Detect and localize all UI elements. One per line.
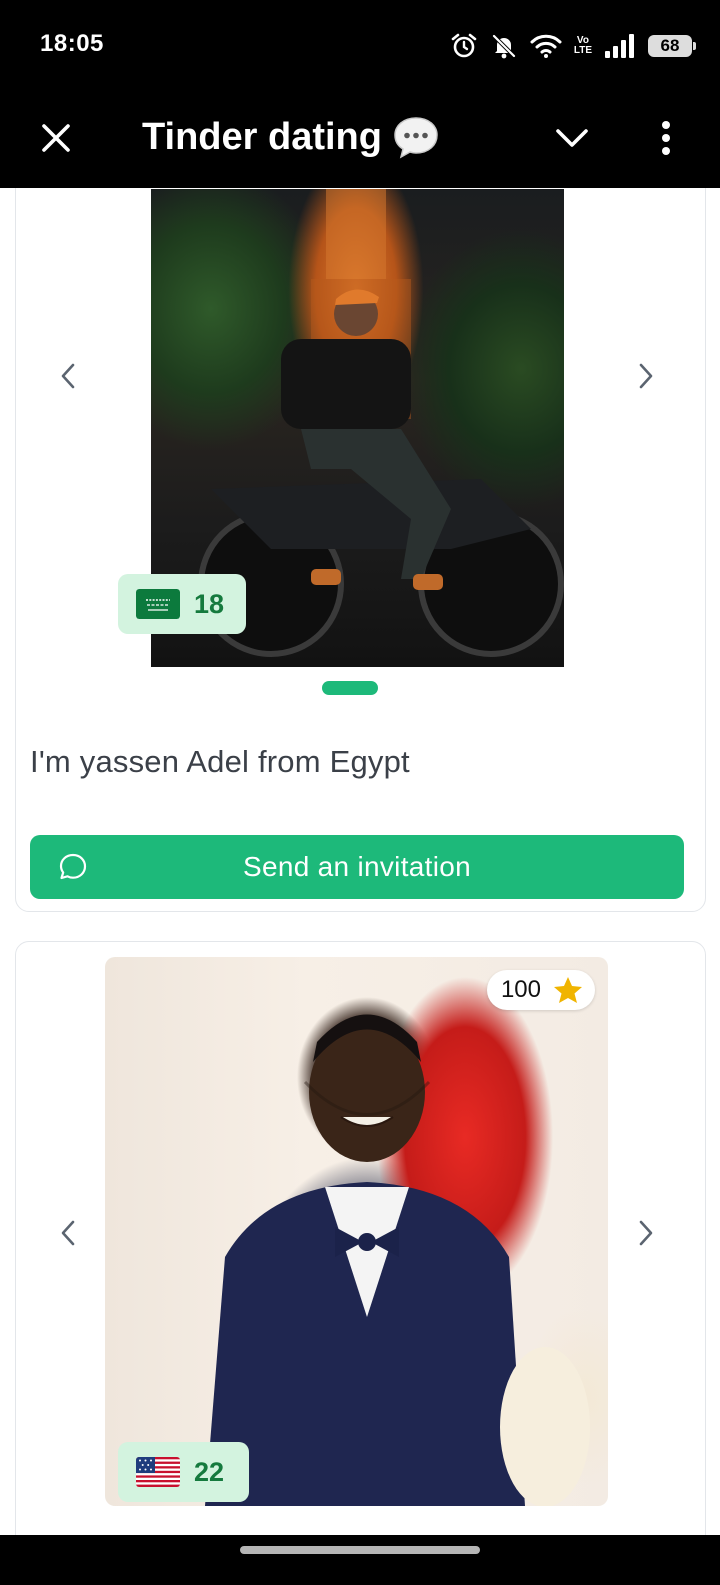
alarm-icon (451, 33, 477, 58)
more-vertical-icon (662, 121, 670, 155)
rating-badge: 100 (486, 970, 595, 1010)
age-label: 22 (194, 1456, 225, 1487)
saudi-arabia-flag-icon (136, 589, 180, 619)
home-indicator[interactable] (240, 1546, 480, 1554)
status-bar: 18:05 Vo LTE 68 (0, 0, 720, 92)
signal-icon (605, 34, 634, 58)
next-photo-button[interactable] (626, 1213, 666, 1253)
wifi-icon (530, 34, 562, 58)
chevron-right-icon (639, 363, 653, 389)
previous-photo-button[interactable] (48, 356, 88, 396)
chevron-down-icon (556, 129, 588, 147)
rating-value: 100 (500, 976, 541, 1003)
battery-indicator: 68 (648, 35, 696, 57)
profile-card: 18 I'm yassen Adel from Egypt Send an in… (15, 188, 706, 912)
close-icon (42, 124, 70, 152)
status-icons: Vo LTE 68 (450, 30, 696, 62)
chevron-left-icon (61, 363, 75, 389)
chat-icon (59, 853, 87, 880)
more-menu-button[interactable] (642, 112, 690, 164)
star-icon (554, 977, 582, 1003)
chevron-left-icon (61, 1220, 75, 1246)
page-title-group: Tinder dating (142, 112, 440, 162)
previous-photo-button[interactable] (48, 1213, 88, 1253)
chevron-right-icon (639, 1220, 653, 1246)
send-invitation-label: Send an invitation (242, 851, 471, 882)
usa-flag-icon (136, 1457, 180, 1487)
age-label: 18 (194, 588, 225, 619)
page-title: Tinder dating (142, 115, 382, 158)
close-button[interactable] (30, 112, 82, 164)
send-invitation-button[interactable]: Send an invitation (30, 835, 684, 899)
profile-bio: I'm yassen Adel from Egypt (30, 744, 410, 779)
profile-photo[interactable]: 100 (105, 957, 608, 1506)
photo-content (205, 1014, 590, 1506)
system-navigation-bar (0, 1535, 720, 1585)
collapse-button[interactable] (548, 114, 596, 162)
mute-bell-icon (492, 34, 516, 59)
next-photo-button[interactable] (626, 356, 666, 396)
volte-indicator: Vo LTE (573, 35, 592, 56)
status-time: 18:05 (40, 30, 104, 57)
profile-feed[interactable]: 18 I'm yassen Adel from Egypt Send an in… (0, 188, 720, 1535)
profile-card: 100 22 (15, 941, 706, 1535)
chat-bubble-icon (394, 117, 438, 159)
country-age-badge: 22 (118, 1442, 249, 1502)
country-age-badge: 18 (118, 574, 246, 634)
app-header: Tinder dating (0, 92, 720, 188)
photo-pager-indicator (322, 681, 378, 695)
